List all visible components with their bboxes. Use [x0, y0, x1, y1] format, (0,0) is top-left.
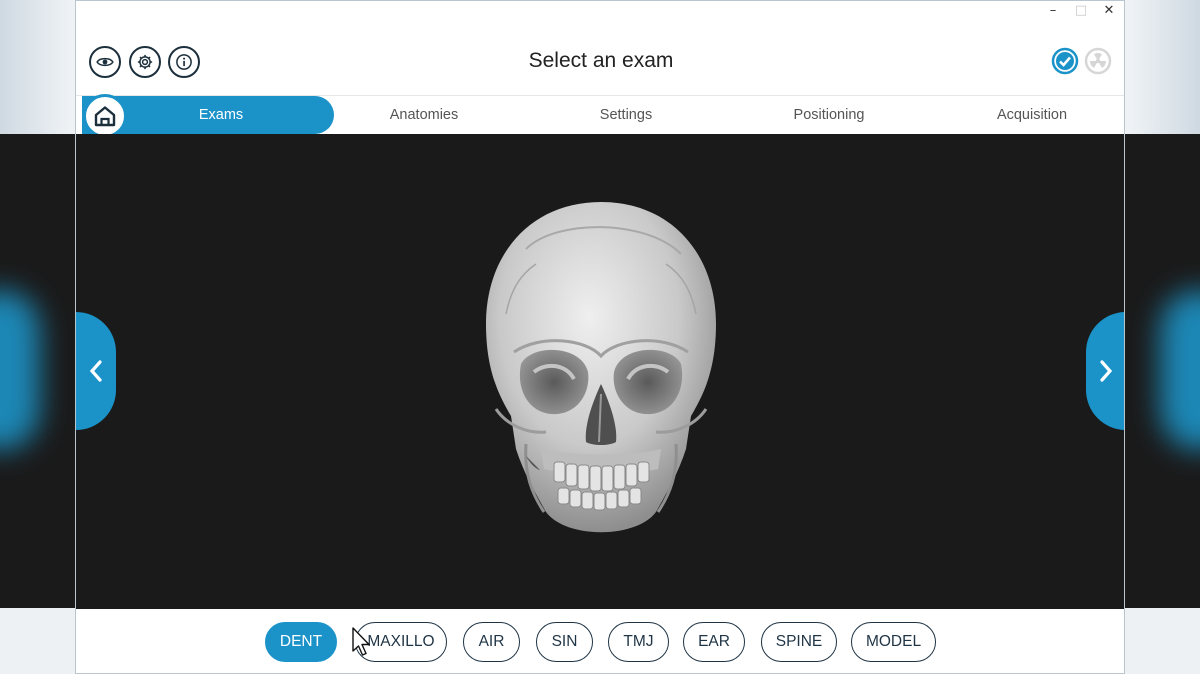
tab-positioning[interactable]: Positioning [749, 96, 909, 134]
exam-model-button[interactable]: MODEL [851, 622, 936, 662]
backdrop-blob-left [0, 290, 40, 450]
close-button[interactable]: ✕ [1097, 3, 1121, 19]
exam-dent-button[interactable]: DENT [265, 622, 337, 662]
exam-type-bar: DENT MAXILLO AIR SIN TMJ EAR SPINE MODEL [76, 609, 1124, 673]
home-button[interactable] [83, 94, 127, 138]
next-button[interactable] [1086, 312, 1124, 430]
workflow-tabs: Exams Anatomies Settings Positioning Acq… [76, 94, 1124, 138]
exam-sin-button[interactable]: SIN [536, 622, 593, 662]
check-circle-icon [1051, 47, 1079, 75]
minimize-button[interactable]: – [1041, 3, 1065, 19]
maximize-button[interactable]: □ [1069, 3, 1093, 19]
radiation-icon [1084, 47, 1112, 75]
chevron-right-icon [1100, 360, 1113, 382]
app-window: – □ ✕ Select an exam Exams Anatomies Set… [75, 0, 1125, 674]
tab-exams[interactable]: Exams [136, 96, 306, 134]
tab-settings[interactable]: Settings [546, 96, 706, 134]
tab-acquisition[interactable]: Acquisition [952, 96, 1112, 134]
3d-viewport[interactable] [76, 134, 1124, 609]
page-title: Select an exam [528, 49, 674, 72]
exam-ear-button[interactable]: EAR [683, 622, 745, 662]
mouse-cursor-icon [352, 627, 370, 656]
skull-3d-model[interactable] [466, 194, 736, 554]
exam-spine-button[interactable]: SPINE [761, 622, 837, 662]
tab-anatomies[interactable]: Anatomies [344, 96, 504, 134]
chevron-left-icon [89, 360, 102, 382]
exam-air-button[interactable]: AIR [463, 622, 520, 662]
home-icon [94, 106, 116, 127]
previous-button[interactable] [76, 312, 116, 430]
exam-tmj-button[interactable]: TMJ [608, 622, 669, 662]
backdrop-blob-right [1160, 290, 1200, 450]
